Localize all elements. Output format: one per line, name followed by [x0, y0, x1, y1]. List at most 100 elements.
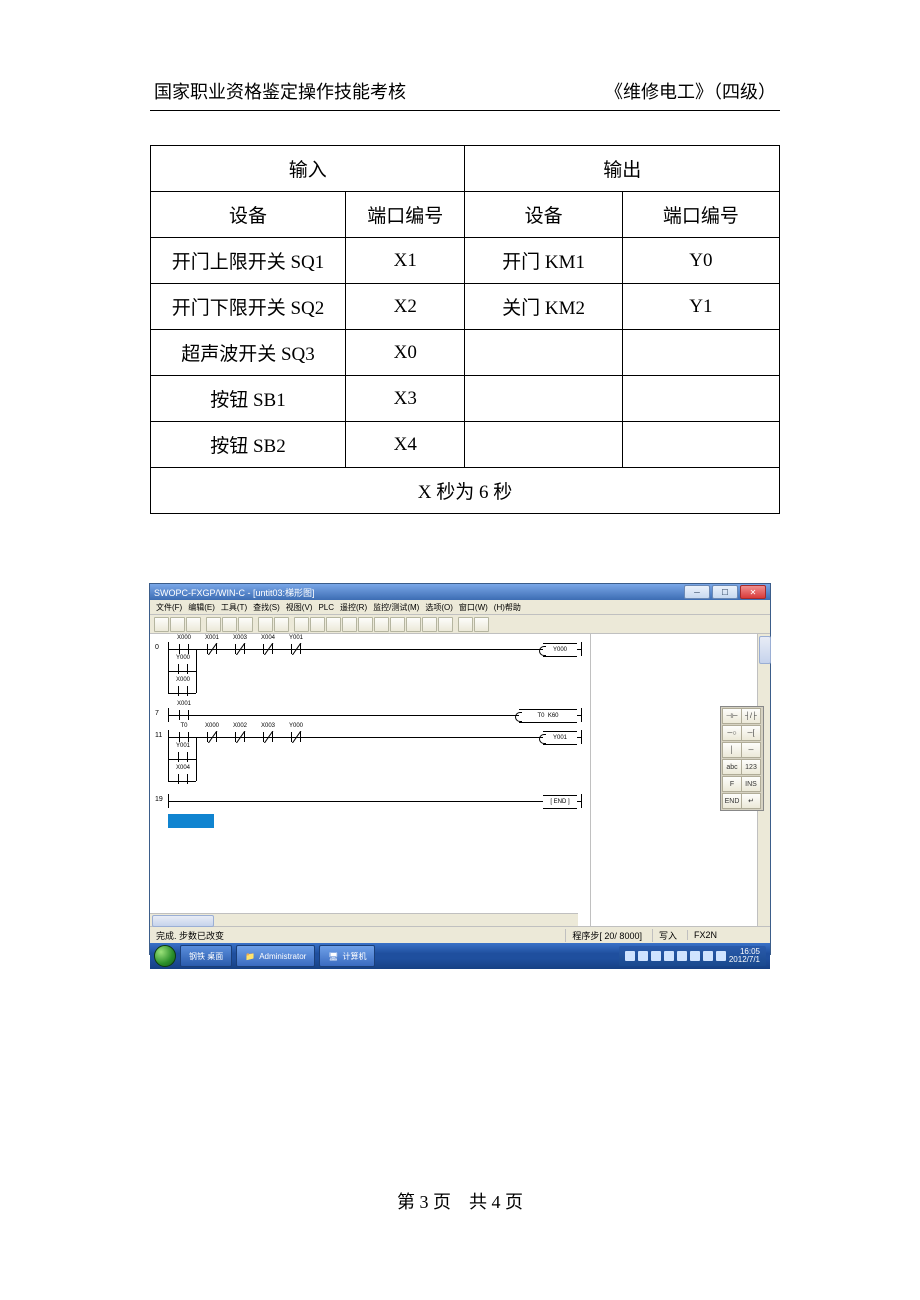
- minimize-button[interactable]: ─: [684, 585, 710, 599]
- cell: [465, 376, 622, 422]
- cell: Y0: [622, 238, 779, 284]
- tray-icon[interactable]: [625, 951, 635, 961]
- toolbar-button[interactable]: [186, 617, 201, 632]
- tray-icon[interactable]: [690, 951, 700, 961]
- status-message: 完成. 步数已改变: [156, 929, 224, 942]
- tool-contact-no-icon[interactable]: ⊣⊢: [722, 708, 742, 724]
- contact-nc-icon[interactable]: X004: [259, 644, 277, 654]
- cell: [622, 376, 779, 422]
- tray-icon[interactable]: [716, 951, 726, 961]
- content-area: 0 X000 X001 X003 X004 Y001 Y000 Y000 X00…: [150, 634, 770, 926]
- menu-item[interactable]: 工具(T): [221, 602, 247, 613]
- toolbar-button[interactable]: [238, 617, 253, 632]
- menu-item[interactable]: 遥控(R): [340, 602, 367, 613]
- toolbar-button[interactable]: [342, 617, 357, 632]
- coil-icon[interactable]: Y000: [543, 643, 577, 657]
- ladder-cursor[interactable]: [168, 814, 214, 828]
- menu-item[interactable]: (H)帮助: [494, 602, 521, 613]
- contact-nc-icon[interactable]: X002: [231, 732, 249, 742]
- floating-toolbox[interactable]: ⊣⊢ ┤/├ ─○ ─[ │ ─ abc 123 F INS END ↵: [720, 706, 764, 811]
- side-pane: ⊣⊢ ┤/├ ─○ ─[ │ ─ abc 123 F INS END ↵: [591, 634, 770, 926]
- toolbar-button[interactable]: [390, 617, 405, 632]
- toolbar-button[interactable]: [326, 617, 341, 632]
- menu-item[interactable]: PLC: [318, 603, 334, 612]
- tray-icon[interactable]: [677, 951, 687, 961]
- tool-text-icon[interactable]: abc: [722, 759, 742, 775]
- contact-no-icon[interactable]: X000: [175, 644, 193, 654]
- toolbar-button[interactable]: [358, 617, 373, 632]
- tool-ins-icon[interactable]: INS: [741, 776, 761, 792]
- tool-bracket-icon[interactable]: ─[: [741, 725, 761, 741]
- contact-nc-icon[interactable]: Y000: [287, 732, 305, 742]
- maximize-button[interactable]: ☐: [712, 585, 738, 599]
- tray-icon[interactable]: [703, 951, 713, 961]
- col-port-in: 端口编号: [345, 192, 465, 238]
- header-right: 《维修电工》（四级）: [605, 78, 776, 104]
- tray-icon[interactable]: [664, 951, 674, 961]
- contact-no-icon[interactable]: X000: [174, 686, 192, 696]
- tool-num-icon[interactable]: 123: [741, 759, 761, 775]
- contact-nc-icon[interactable]: X003: [231, 644, 249, 654]
- system-tray[interactable]: 16:05 2012/7/1: [619, 946, 766, 966]
- tray-icon[interactable]: [638, 951, 648, 961]
- toolbar-button[interactable]: [474, 617, 489, 632]
- toolbar-button[interactable]: [294, 617, 309, 632]
- toolbar-button[interactable]: [222, 617, 237, 632]
- windows-taskbar: 钢铁 桌面 📁 Administrator 🖥 计算机 16:05: [150, 943, 770, 969]
- toolbar-button[interactable]: [170, 617, 185, 632]
- cell: [465, 422, 622, 468]
- toolbar-button[interactable]: [206, 617, 221, 632]
- scrollbar-horizontal[interactable]: [150, 913, 578, 926]
- end-instruction[interactable]: [ END ]: [543, 795, 577, 809]
- contact-no-icon[interactable]: T0: [175, 732, 193, 742]
- taskbar-item[interactable]: 钢铁 桌面: [180, 945, 232, 967]
- contact-nc-icon[interactable]: X003: [259, 732, 277, 742]
- contact-no-icon[interactable]: X001: [175, 710, 193, 720]
- ladder-rung: 19 [ END ]: [168, 794, 582, 808]
- menu-item[interactable]: 编辑(E): [188, 602, 215, 613]
- tool-end-icon[interactable]: END: [722, 793, 742, 809]
- cell: [465, 330, 622, 376]
- cell: X4: [345, 422, 465, 468]
- table-row: 开门下限开关 SQ2 X2 关门 KM2 Y1: [151, 284, 780, 330]
- contact-nc-icon[interactable]: Y001: [287, 644, 305, 654]
- tray-icon[interactable]: [651, 951, 661, 961]
- menu-item[interactable]: 窗口(W): [459, 602, 488, 613]
- tool-contact-nc-icon[interactable]: ┤/├: [741, 708, 761, 724]
- tool-vline-icon[interactable]: │: [722, 742, 742, 758]
- toolbar-button[interactable]: [154, 617, 169, 632]
- menu-item[interactable]: 查找(S): [253, 602, 280, 613]
- toolbar-button[interactable]: [374, 617, 389, 632]
- toolbar-button[interactable]: [310, 617, 325, 632]
- titlebar[interactable]: SWOPC-FXGP/WIN-C - [untit03:梯形图] ─ ☐ ✕: [150, 584, 770, 600]
- tool-coil-icon[interactable]: ─○: [722, 725, 742, 741]
- tool-hline-icon[interactable]: ─: [741, 742, 761, 758]
- coil-icon[interactable]: Y001: [543, 731, 577, 745]
- toolbar-button[interactable]: [406, 617, 421, 632]
- close-button[interactable]: ✕: [740, 585, 766, 599]
- toolbar-button[interactable]: [422, 617, 437, 632]
- timer-coil-icon[interactable]: T0 K60: [519, 709, 577, 723]
- cell: 开门上限开关 SQ1: [151, 238, 346, 284]
- menu-item[interactable]: 视图(V): [286, 602, 313, 613]
- menu-item[interactable]: 文件(F): [156, 602, 182, 613]
- toolbar-button[interactable]: [438, 617, 453, 632]
- taskbar-item[interactable]: 📁 Administrator: [236, 945, 315, 967]
- menu-item[interactable]: 监控/测试(M): [373, 602, 419, 613]
- toolbar-button[interactable]: [274, 617, 289, 632]
- taskbar-item[interactable]: 🖥 计算机: [319, 945, 375, 967]
- toolbar-button[interactable]: [458, 617, 473, 632]
- contact-nc-icon[interactable]: X001: [203, 644, 221, 654]
- taskbar-clock[interactable]: 16:05 2012/7/1: [729, 948, 760, 964]
- contact-no-icon[interactable]: X004: [174, 774, 192, 784]
- tool-return-icon[interactable]: ↵: [741, 793, 761, 809]
- toolbar-button[interactable]: [258, 617, 273, 632]
- contact-no-icon[interactable]: Y001: [174, 752, 192, 762]
- menu-item[interactable]: 选项(O): [425, 602, 453, 613]
- tool-f-icon[interactable]: F: [722, 776, 742, 792]
- start-button[interactable]: [154, 945, 176, 967]
- status-steps: 程序步[ 20/ 8000]: [565, 929, 642, 942]
- ladder-editor[interactable]: 0 X000 X001 X003 X004 Y001 Y000 Y000 X00…: [150, 634, 591, 926]
- contact-nc-icon[interactable]: X000: [203, 732, 221, 742]
- contact-no-icon[interactable]: Y000: [174, 664, 192, 674]
